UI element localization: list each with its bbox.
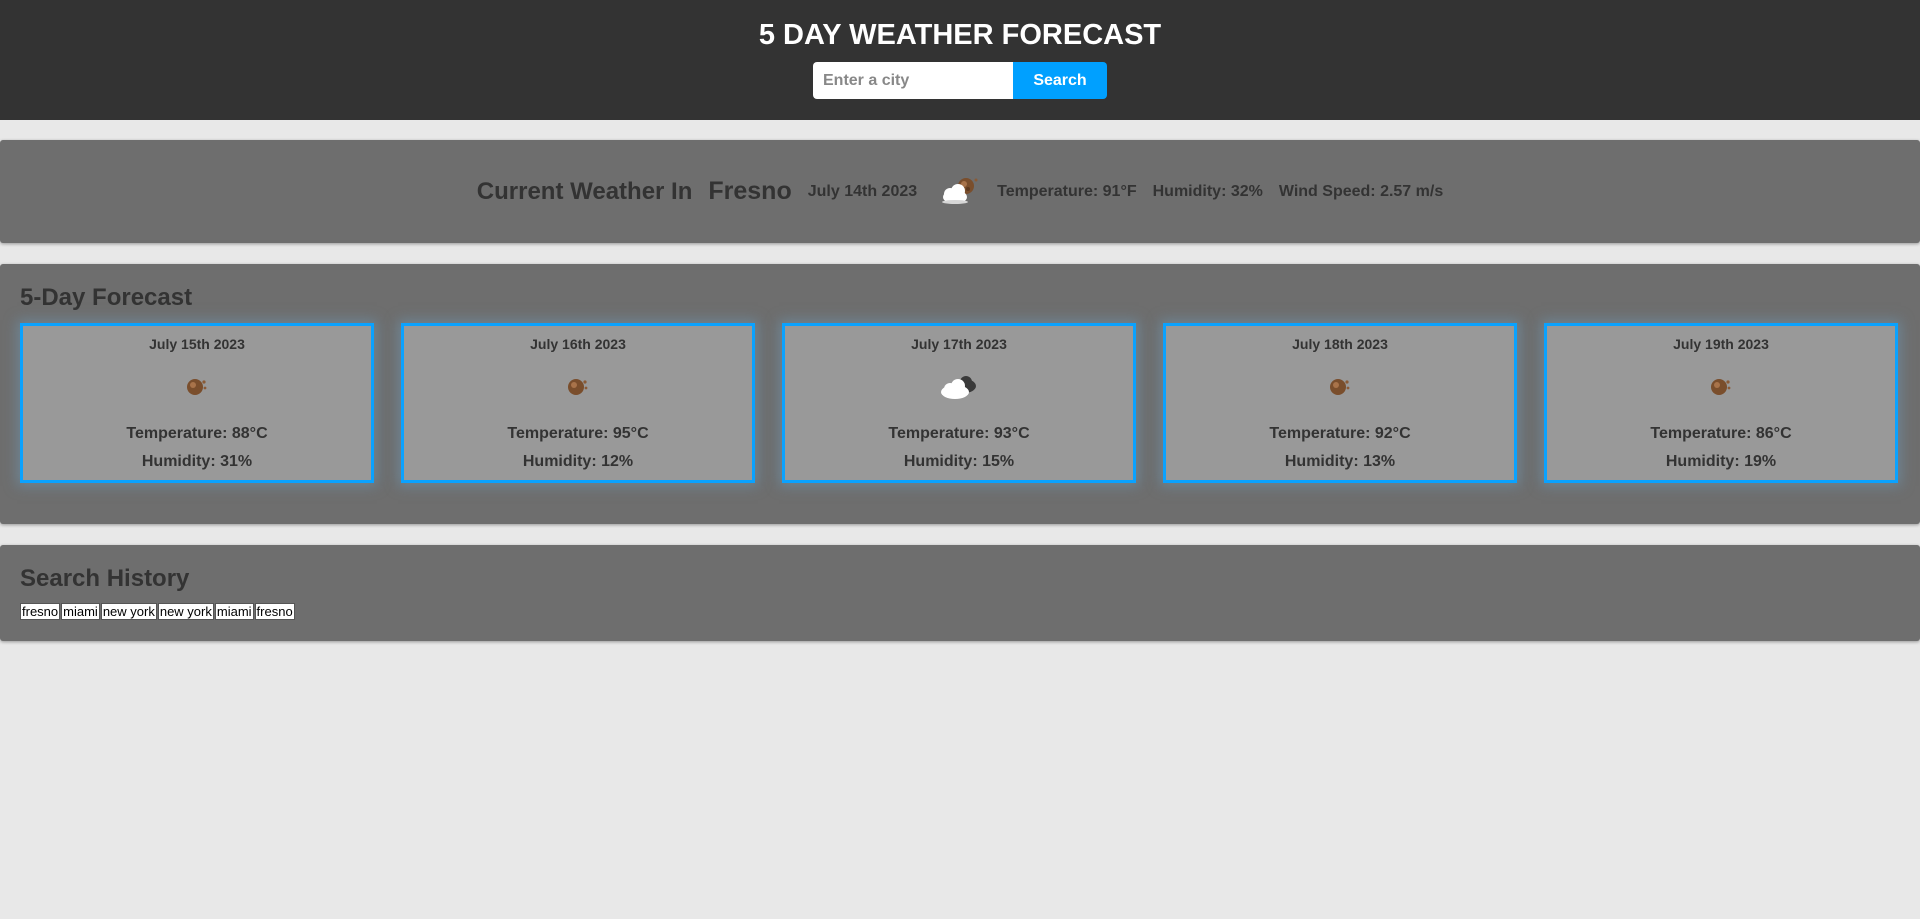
history-item-new-york[interactable]: new york	[100, 603, 157, 620]
forecast-humidity: Humidity: 31%	[141, 453, 253, 470]
forecast-humidity: Humidity: 15%	[903, 453, 1015, 470]
clear-sun-icon	[187, 379, 207, 395]
forecast-card: July 15th 2023 Temperature: 88°C Humidit…	[20, 323, 374, 483]
clear-sun-icon	[1330, 379, 1350, 395]
forecast-temperature: Temperature: 92°C	[1269, 425, 1411, 442]
forecast-humidity: Humidity: 12%	[522, 453, 634, 470]
current-weather-heading: Current Weather In	[476, 177, 693, 205]
forecast-date: July 15th 2023	[149, 336, 245, 352]
forecast-date: July 16th 2023	[530, 336, 626, 352]
forecast-title: 5-Day Forecast	[20, 284, 193, 311]
forecast-card: July 16th 2023 Temperature: 95°C Humidit…	[401, 323, 755, 483]
clear-sun-icon	[1711, 379, 1731, 395]
app-header: 5 DAY WEATHER FORECAST Search	[0, 0, 1920, 120]
current-weather-row: Current Weather In Fresno July 14th 2023…	[0, 140, 1920, 243]
forecast-card: July 18th 2023 Temperature: 92°C Humidit…	[1163, 323, 1517, 483]
current-wind-speed: Wind Speed: 2.57 m/s	[1278, 182, 1444, 200]
search-history-title: Search History	[20, 565, 190, 592]
forecast-cards: July 15th 2023 Temperature: 88°C Humidit…	[20, 323, 1900, 483]
cloudy-icon	[941, 376, 976, 399]
forecast-temperature: Temperature: 86°C	[1650, 425, 1792, 442]
forecast-humidity: Humidity: 19%	[1665, 453, 1777, 470]
forecast-temperature: Temperature: 88°C	[126, 425, 268, 442]
forecast-card: July 17th 2023 Temperature: 93°C Humidit…	[782, 323, 1136, 483]
current-date: July 14th 2023	[807, 182, 918, 200]
clear-sun-icon	[568, 379, 588, 395]
search-history-list: fresno miami new york new york miami fre…	[20, 603, 296, 620]
forecast-panel: 5-Day Forecast July 15th 2023 Temperatur…	[0, 264, 1920, 524]
current-weather-panel: Current Weather In Fresno July 14th 2023…	[0, 140, 1920, 243]
search-button[interactable]: Search	[1013, 62, 1107, 99]
search-history-panel: Search History	[0, 545, 1920, 641]
forecast-temperature: Temperature: 95°C	[507, 425, 649, 442]
forecast-temperature: Temperature: 93°C	[888, 425, 1030, 442]
history-item-fresno[interactable]: fresno	[20, 603, 61, 620]
forecast-date: July 19th 2023	[1673, 336, 1769, 352]
current-humidity: Humidity: 32%	[1152, 182, 1263, 200]
forecast-date: July 17th 2023	[911, 336, 1007, 352]
history-item-miami[interactable]: miami	[61, 603, 100, 620]
current-temperature: Temperature: 91°F	[997, 182, 1137, 200]
forecast-card: July 19th 2023 Temperature: 86°C Humidit…	[1544, 323, 1898, 483]
app-title: 5 DAY WEATHER FORECAST	[758, 19, 1162, 51]
partly-cloudy-icon	[942, 177, 978, 204]
city-search-input[interactable]	[813, 62, 1013, 99]
history-item-miami[interactable]: miami	[214, 603, 254, 620]
history-item-new-york[interactable]: new york	[157, 603, 214, 620]
current-city-name: Fresno	[708, 177, 792, 205]
history-item-fresno[interactable]: fresno	[254, 603, 295, 620]
forecast-humidity: Humidity: 13%	[1284, 453, 1396, 470]
forecast-date: July 18th 2023	[1292, 336, 1388, 352]
